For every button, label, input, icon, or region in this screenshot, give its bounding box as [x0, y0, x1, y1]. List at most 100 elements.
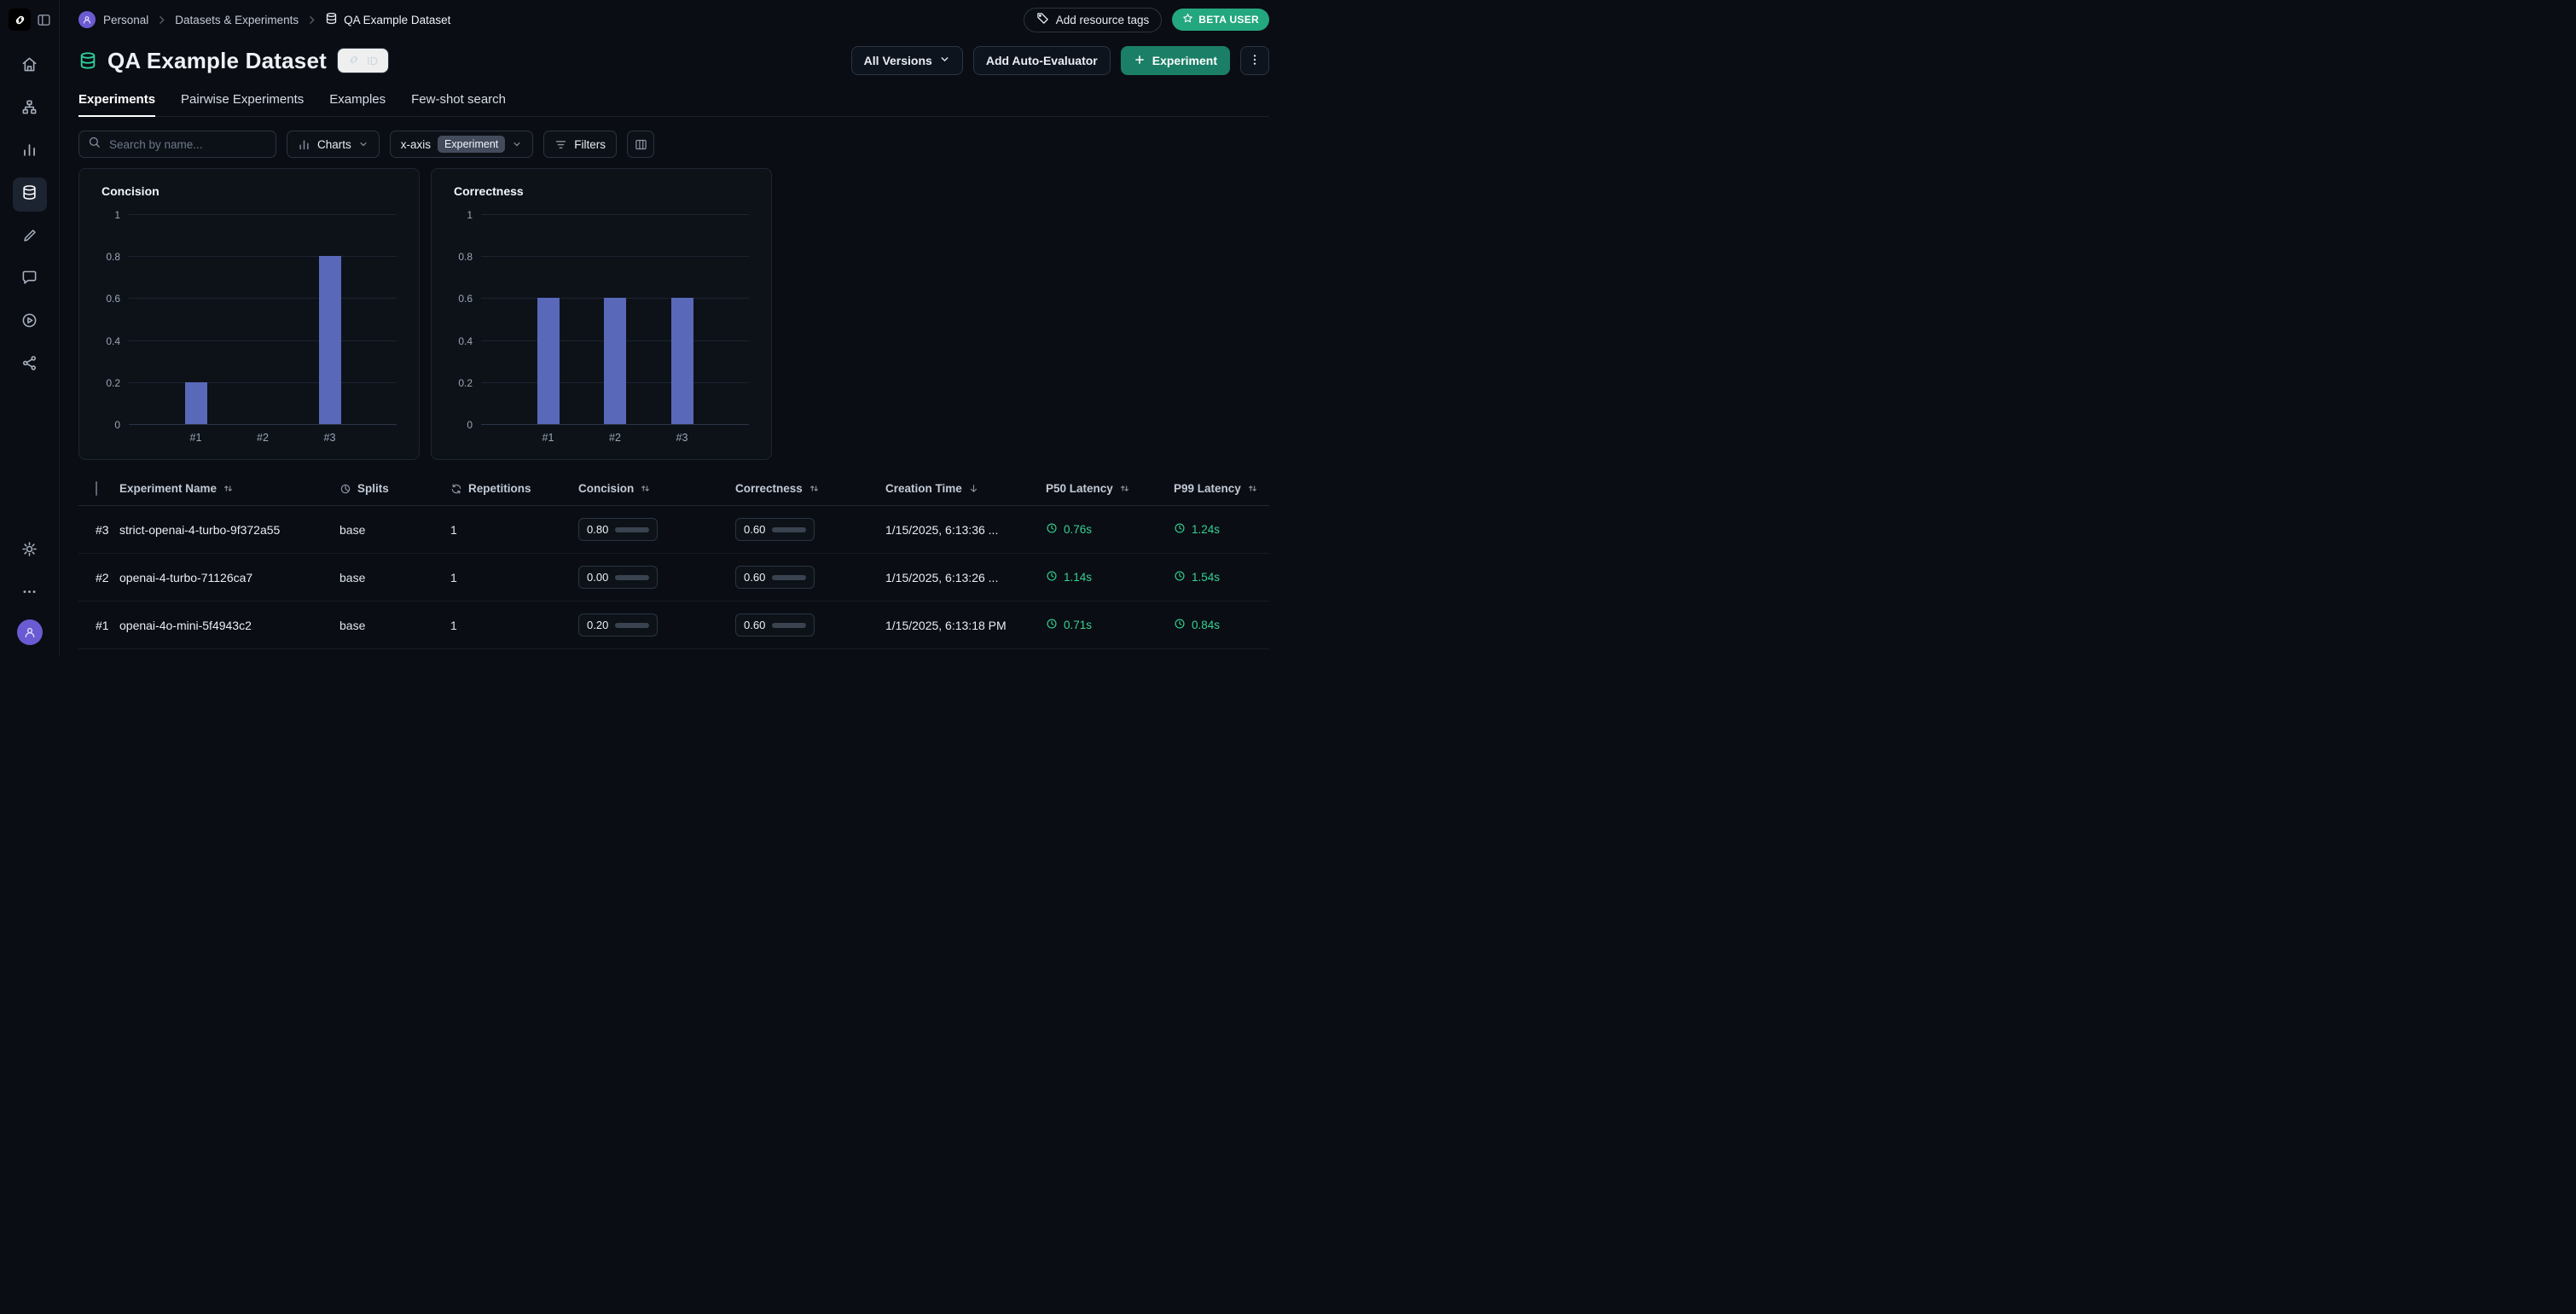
- sort-icon: [809, 483, 820, 494]
- experiment-name: openai-4-turbo-71126ca7: [119, 571, 339, 584]
- splits-value: base: [339, 523, 450, 537]
- progress-track: [772, 623, 806, 628]
- x-tick-label: #2: [257, 432, 269, 444]
- tab-experiments[interactable]: Experiments: [78, 92, 155, 116]
- database-icon: [325, 12, 338, 27]
- sidebar-item-projects[interactable]: [13, 92, 47, 126]
- y-tick-label: 0.8: [95, 251, 120, 263]
- table-row[interactable]: #1 openai-4o-mini-5f4943c2 base 1 0.20 0…: [78, 602, 1269, 649]
- kebab-icon: [1248, 53, 1262, 69]
- tab-bar: Experiments Pairwise Experiments Example…: [78, 92, 1269, 117]
- y-tick-label: 0.2: [95, 377, 120, 389]
- plus-icon: [1134, 54, 1146, 68]
- gridline: [481, 214, 749, 215]
- column-header-experiment-name[interactable]: Experiment Name: [119, 482, 339, 495]
- sidebar-item-settings[interactable]: [13, 534, 47, 568]
- chart-title: Concision: [102, 184, 160, 198]
- sidebar: [0, 0, 60, 657]
- gridline: [129, 424, 397, 425]
- column-header-correctness[interactable]: Correctness: [735, 482, 885, 495]
- chevron-down-icon: [512, 139, 522, 149]
- star-icon: [1182, 13, 1193, 26]
- more-actions-button[interactable]: [1240, 46, 1269, 75]
- clock-icon: [1174, 570, 1186, 584]
- chart-card-concision: Concision 00.20.40.60.81#1#2#3: [78, 168, 420, 460]
- p99-latency: 1.24s: [1174, 522, 1269, 537]
- versions-dropdown[interactable]: All Versions: [851, 46, 963, 75]
- column-header-repetitions[interactable]: Repetitions: [450, 482, 578, 495]
- p99-latency: 0.84s: [1174, 618, 1269, 632]
- p99-latency: 1.54s: [1174, 570, 1269, 584]
- table-row[interactable]: #2 openai-4-turbo-71126ca7 base 1 0.00 0…: [78, 554, 1269, 602]
- sidebar-item-playground[interactable]: [13, 305, 47, 340]
- search-icon: [88, 136, 101, 153]
- page-header: QA Example Dataset ID All Versions Add A…: [78, 43, 1269, 78]
- column-header-p50-latency[interactable]: P50 Latency: [1046, 482, 1174, 495]
- new-experiment-button[interactable]: Experiment: [1121, 46, 1230, 75]
- gridline: [129, 298, 397, 299]
- repetitions-value: 1: [450, 523, 578, 537]
- sidebar-item-more[interactable]: [13, 577, 47, 611]
- sidebar-item-home[interactable]: [13, 49, 47, 84]
- repetitions-value: 1: [450, 571, 578, 584]
- sidebar-nav: [0, 49, 59, 382]
- column-header-splits[interactable]: Splits: [339, 482, 450, 495]
- breadcrumb-datasets[interactable]: Datasets & Experiments: [175, 14, 299, 26]
- sidebar-item-deployments[interactable]: [13, 348, 47, 382]
- add-resource-tags-button[interactable]: Add resource tags: [1024, 8, 1163, 32]
- y-tick-label: 0.4: [447, 335, 473, 347]
- creation-time: 1/15/2025, 6:13:26 ...: [885, 571, 1046, 584]
- copy-id-button[interactable]: ID: [337, 48, 389, 73]
- gridline: [129, 256, 397, 257]
- select-all-checkbox[interactable]: [96, 481, 97, 496]
- tag-icon: [1036, 12, 1049, 27]
- progress-track: [772, 527, 806, 532]
- page-header-actions: All Versions Add Auto-Evaluator Experime…: [851, 46, 1269, 75]
- clock-icon: [1046, 570, 1058, 584]
- app-root: Personal Datasets & Experiments QA Examp…: [0, 0, 1288, 657]
- table-row[interactable]: #3 strict-openai-4-turbo-9f372a55 base 1…: [78, 506, 1269, 554]
- column-header-p99-latency[interactable]: P99 Latency: [1174, 482, 1269, 495]
- p50-latency: 0.71s: [1046, 618, 1174, 632]
- sidebar-item-datasets[interactable]: [13, 177, 47, 212]
- table-header-row: Experiment Name Splits Repetitions Conci…: [78, 472, 1269, 506]
- search-input[interactable]: [107, 137, 267, 152]
- breadcrumb: Personal Datasets & Experiments QA Examp…: [78, 11, 450, 28]
- experiment-name: strict-openai-4-turbo-9f372a55: [119, 523, 339, 537]
- splits-value: base: [339, 619, 450, 632]
- bar-chart-concision: 00.20.40.60.81#1#2#3: [129, 215, 397, 425]
- experiment-number: #3: [78, 523, 119, 537]
- sort-icon: [1247, 483, 1258, 494]
- y-tick-label: 0.6: [95, 293, 120, 305]
- sort-icon: [1119, 483, 1130, 494]
- column-header-concision[interactable]: Concision: [578, 482, 735, 495]
- sidebar-item-annotation-queues[interactable]: [13, 220, 47, 254]
- bar-chart-correctness: 00.20.40.60.81#1#2#3: [481, 215, 749, 425]
- dataset-icon: [78, 51, 97, 70]
- xaxis-dropdown[interactable]: x-axis Experiment: [390, 131, 534, 158]
- tab-few-shot-search[interactable]: Few-shot search: [411, 92, 506, 116]
- page-title: QA Example Dataset: [107, 48, 327, 74]
- gridline: [129, 340, 397, 341]
- concision-metric: 0.20: [578, 613, 658, 637]
- add-auto-evaluator-button[interactable]: Add Auto-Evaluator: [973, 46, 1111, 75]
- user-avatar[interactable]: [17, 619, 43, 645]
- column-header-creation-time[interactable]: Creation Time: [885, 482, 1046, 495]
- chat-bubble-icon: [21, 270, 38, 290]
- ellipsis-icon: [21, 584, 38, 604]
- sidebar-item-monitoring[interactable]: [13, 135, 47, 169]
- filters-button[interactable]: Filters: [543, 131, 617, 158]
- page-header-left: QA Example Dataset ID: [78, 32, 851, 89]
- sort-icon: [640, 483, 651, 494]
- experiment-name: openai-4o-mini-5f4943c2: [119, 619, 339, 632]
- tab-pairwise-experiments[interactable]: Pairwise Experiments: [181, 92, 304, 116]
- columns-button[interactable]: [627, 131, 654, 158]
- charts-row: Concision 00.20.40.60.81#1#2#3 Correctne…: [78, 168, 1269, 460]
- chart-card-correctness: Correctness 00.20.40.60.81#1#2#3: [431, 168, 772, 460]
- breadcrumb-personal[interactable]: Personal: [103, 14, 148, 26]
- tab-examples[interactable]: Examples: [329, 92, 386, 116]
- sidebar-collapse-icon[interactable]: [37, 13, 51, 27]
- sidebar-item-prompts[interactable]: [13, 263, 47, 297]
- charts-dropdown[interactable]: Charts: [287, 131, 380, 158]
- progress-track: [615, 623, 649, 628]
